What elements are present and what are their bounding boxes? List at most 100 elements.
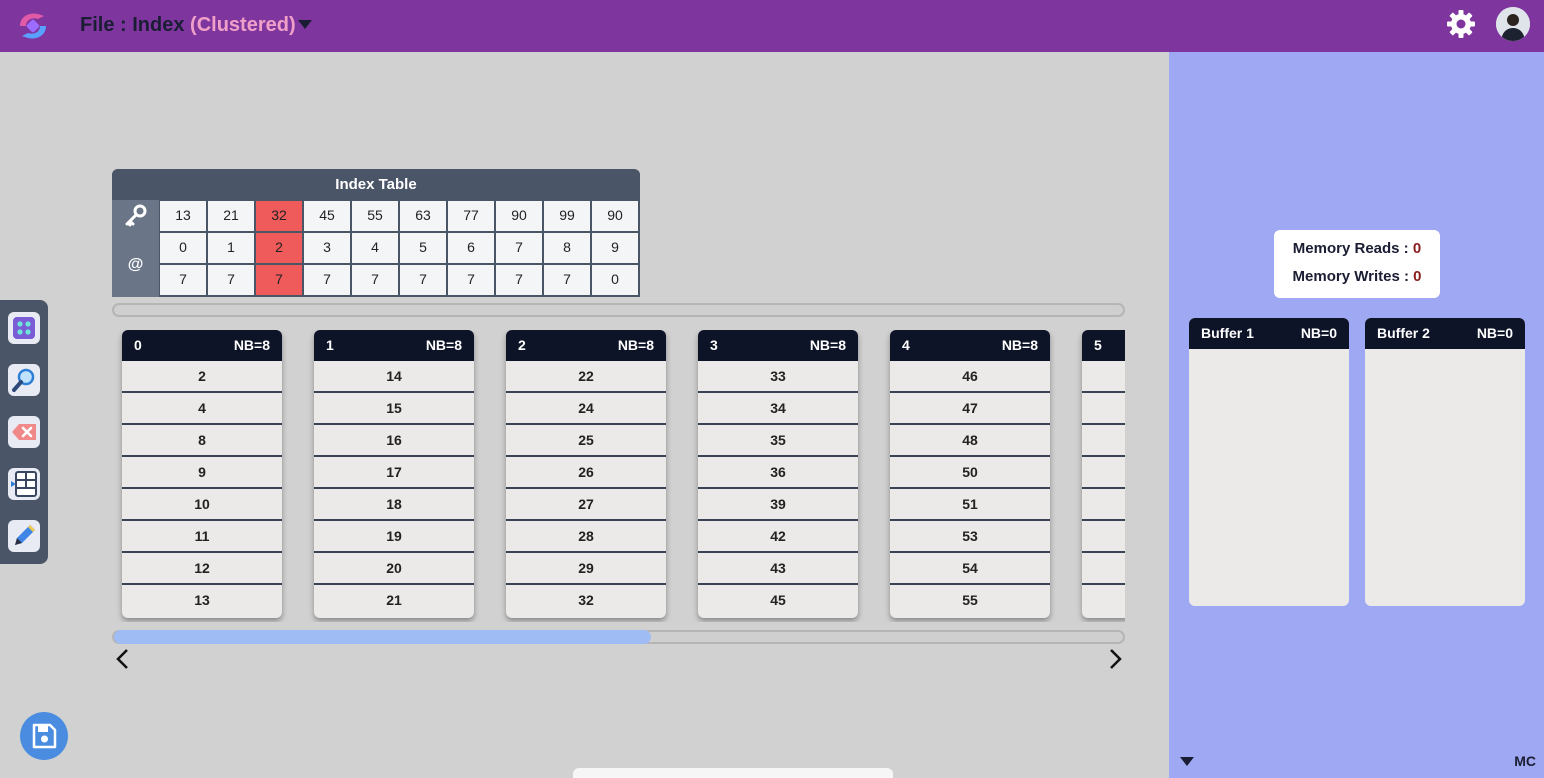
index-position-cell: 7: [255, 264, 303, 296]
buffer-name: Buffer 1: [1201, 325, 1254, 341]
block-header: 2 NB=8: [506, 330, 666, 361]
index-key-cell: 32: [255, 200, 303, 232]
index-block-cell: 5: [399, 232, 447, 264]
index-key-cell: 21: [207, 200, 255, 232]
key-row-header: [112, 200, 159, 232]
mc-label: MC: [1514, 753, 1536, 769]
save-icon: [32, 723, 57, 749]
block-record: 20: [314, 553, 474, 585]
block-record: 13: [194, 592, 210, 608]
index-position-cell: 7: [447, 264, 495, 296]
index-position-cell: 7: [303, 264, 351, 296]
save-button[interactable]: [20, 712, 68, 760]
block-header: 0 NB=8: [122, 330, 282, 361]
block-record: 39: [698, 489, 858, 521]
block-record: [1082, 585, 1125, 617]
index-block-cell: 8: [543, 232, 591, 264]
block-record: 35: [698, 425, 858, 457]
memory-reads-value: 0: [1412, 240, 1422, 257]
block-record: [1082, 393, 1125, 425]
index-position-cell: 7: [543, 264, 591, 296]
index-key-cell: 45: [303, 200, 351, 232]
data-block[interactable]: 4 NB=8 46 47 48 50 51 53 54 55: [890, 330, 1050, 618]
block-record: 16: [314, 425, 474, 457]
bottom-drawer-tab[interactable]: [573, 768, 893, 778]
index-block-cell: 9: [591, 232, 639, 264]
index-block-cell: 7: [495, 232, 543, 264]
index-key-cell: 90: [591, 200, 639, 232]
block-id: 1: [326, 337, 334, 353]
block-record: 9: [122, 457, 282, 489]
pencil-icon: [15, 525, 35, 545]
data-block[interactable]: 0 NB=8 2 4 8 9 10 11 12 13: [122, 330, 282, 618]
memory-panel: Memory Reads : 0 Memory Writes : 0 Buffe…: [1169, 52, 1544, 778]
block-record: 36: [698, 457, 858, 489]
block-record: 32: [578, 592, 594, 608]
block-record: 26: [506, 457, 666, 489]
block-record: [1082, 457, 1125, 489]
index-block-cell: 3: [303, 232, 351, 264]
block-record: 21: [386, 592, 402, 608]
delete-icon: [12, 424, 36, 440]
block-record: 2: [122, 361, 282, 393]
address-row-header: @: [112, 232, 159, 297]
buffer-1: Buffer 1 NB=0: [1189, 318, 1349, 606]
block-nb: NB=8: [809, 337, 846, 353]
data-block[interactable]: 3 NB=8 33 34 35 36 39 42 43 45: [698, 330, 858, 618]
block-record: 55: [962, 592, 978, 608]
buffer-nb: NB=0: [1476, 325, 1513, 341]
index-position-cell: 7: [399, 264, 447, 296]
block-nb: NB=8: [1001, 337, 1038, 353]
title-accent: (Clustered): [190, 14, 296, 36]
search-tool-button[interactable]: [8, 364, 40, 396]
buffer-2: Buffer 2 NB=0: [1365, 318, 1525, 606]
block-header: 4 NB=8: [890, 330, 1050, 361]
index-scrollbar[interactable]: [112, 303, 1125, 317]
memory-reads-label: Memory Reads :: [1292, 240, 1409, 257]
chevron-right-icon[interactable]: [1104, 648, 1126, 670]
chevron-down-icon[interactable]: [298, 20, 312, 29]
block-id: 2: [518, 337, 526, 353]
block-record: 42: [698, 521, 858, 553]
chevron-left-icon[interactable]: [112, 648, 134, 670]
block-nb: NB=8: [425, 337, 462, 353]
index-position-cell: 0: [591, 264, 639, 296]
block-header: 3 NB=8: [698, 330, 858, 361]
table-tool-button[interactable]: [8, 468, 40, 500]
block-record: 25: [506, 425, 666, 457]
block-record: 14: [314, 361, 474, 393]
block-record: 43: [698, 553, 858, 585]
block-record: [1082, 521, 1125, 553]
index-block-cell: 0: [159, 232, 207, 264]
blocks-scrollbar[interactable]: [112, 630, 1125, 644]
index-key-cell: 99: [543, 200, 591, 232]
tool-palette: [0, 300, 48, 564]
index-key-cell: 63: [399, 200, 447, 232]
index-key-cell: 90: [495, 200, 543, 232]
block-record: 12: [122, 553, 282, 585]
data-block[interactable]: 5: [1082, 330, 1125, 618]
block-record: [1082, 553, 1125, 585]
index-block-cell: 1: [207, 232, 255, 264]
edit-tool-button[interactable]: [8, 520, 40, 552]
block-record: 47: [890, 393, 1050, 425]
block-record: 48: [890, 425, 1050, 457]
avatar[interactable]: [1496, 7, 1530, 41]
block-id: 0: [134, 337, 142, 353]
index-key-cell: 55: [351, 200, 399, 232]
index-key-cell: 77: [447, 200, 495, 232]
block-record: 11: [122, 521, 282, 553]
grid-tool-button[interactable]: [8, 312, 40, 344]
block-record: [1082, 489, 1125, 521]
block-record: 27: [506, 489, 666, 521]
delete-tool-button[interactable]: [8, 416, 40, 448]
blocks-scroll-thumb[interactable]: [114, 630, 651, 644]
block-record: 4: [122, 393, 282, 425]
data-block[interactable]: 1 NB=8 14 15 16 17 18 19 20 21: [314, 330, 474, 618]
chevron-down-icon[interactable]: [1180, 757, 1194, 766]
gear-icon[interactable]: [1446, 9, 1476, 39]
key-icon: [125, 204, 147, 227]
app-logo-icon[interactable]: [14, 8, 52, 44]
memory-writes: Memory Writes : 0: [1274, 268, 1440, 285]
data-block[interactable]: 2 NB=8 22 24 25 26 27 28 29 32: [506, 330, 666, 618]
